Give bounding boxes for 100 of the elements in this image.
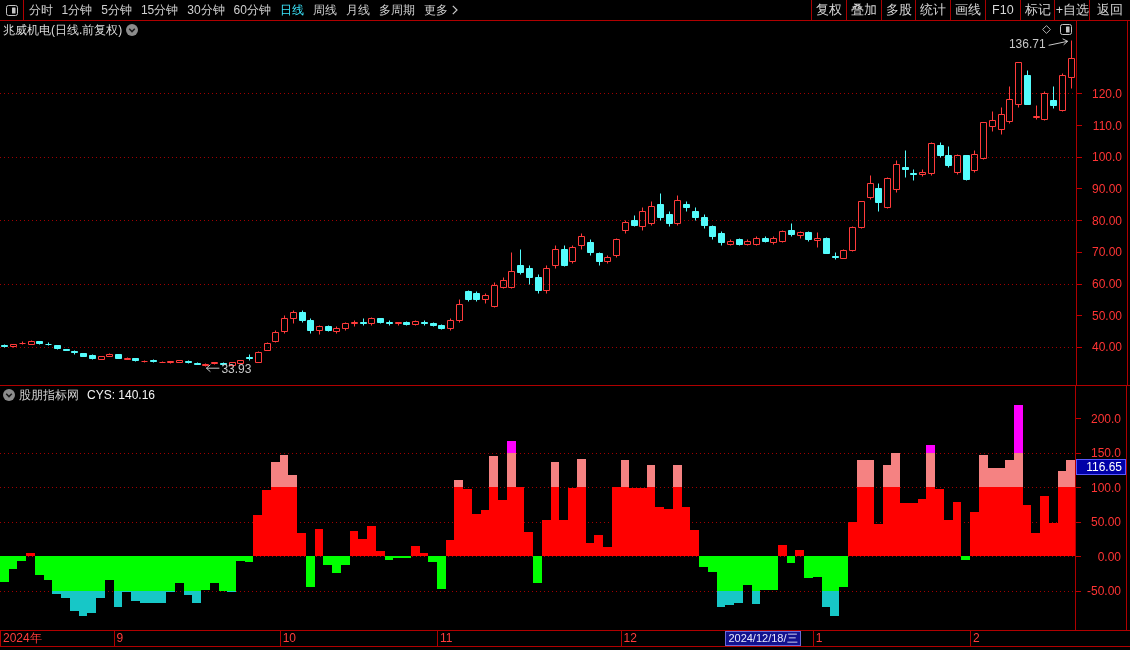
indicator-value: CYS: 140.16 <box>87 387 156 404</box>
bar <box>550 462 560 557</box>
bar <box>34 556 44 576</box>
bar <box>314 528 324 557</box>
bar <box>524 531 534 557</box>
toolbar-button[interactable]: 统计 <box>915 0 951 20</box>
bar <box>795 549 805 557</box>
more-tab[interactable]: 更多 <box>419 0 463 20</box>
date-axis-label: 2 <box>970 631 980 646</box>
bar <box>865 460 874 557</box>
bar <box>690 529 700 557</box>
axis-label: 0.00 <box>1097 549 1121 564</box>
bar <box>506 440 516 557</box>
period-tab[interactable]: 多周期 <box>374 0 420 20</box>
bar <box>769 556 778 590</box>
period-tab[interactable]: 30分钟 <box>182 0 230 20</box>
bar <box>454 480 464 557</box>
bar <box>227 556 236 593</box>
bar <box>1013 404 1023 557</box>
period-tab[interactable]: 60分钟 <box>229 0 276 20</box>
axis-label: 50.00 <box>1090 515 1121 530</box>
bar <box>402 556 411 559</box>
chevron-down-circle-icon[interactable] <box>3 389 15 401</box>
bar <box>8 556 18 569</box>
bar <box>978 455 988 557</box>
bar <box>804 556 813 579</box>
cursor-date-label: 2024/12/18/三 <box>725 631 801 646</box>
value-tag: 116.65 <box>1076 459 1126 475</box>
period-tab[interactable]: 5分钟 <box>96 0 137 20</box>
period-tab[interactable]: 日线 <box>275 0 309 20</box>
bar <box>856 460 866 557</box>
toolbar-button[interactable]: 多股 <box>880 0 916 20</box>
bar <box>952 502 962 557</box>
bar <box>489 456 499 557</box>
chart-title: 兆威机电(日线.前复权) <box>3 22 123 39</box>
window-icon <box>5 4 18 16</box>
bar <box>576 458 586 557</box>
bar <box>786 556 796 564</box>
bar <box>847 522 857 557</box>
date-axis-label: 2024年 <box>0 631 42 646</box>
date-axis-label: 11 <box>437 631 453 646</box>
bar <box>882 465 892 557</box>
date-axis-label: 12 <box>620 631 637 646</box>
period-tab[interactable]: 1分钟 <box>57 0 97 20</box>
bar <box>839 556 848 588</box>
period-tab[interactable]: 周线 <box>308 0 342 20</box>
bar <box>17 556 27 561</box>
bar <box>1057 471 1067 557</box>
bar <box>821 556 831 608</box>
toolbar-button[interactable]: F10 <box>984 0 1020 20</box>
bar <box>594 535 604 557</box>
period-tab[interactable]: 分时 <box>24 0 57 20</box>
axis-label: 60.00 <box>1091 277 1122 292</box>
bar <box>419 553 429 557</box>
bar <box>533 556 542 584</box>
bar <box>1066 459 1075 557</box>
bar <box>428 556 437 563</box>
bar <box>699 556 708 568</box>
axis-label: 120.0 <box>1091 86 1122 101</box>
bar <box>305 556 315 588</box>
bar <box>716 556 726 608</box>
diamond-icon[interactable] <box>1042 25 1051 34</box>
toolbar-button[interactable]: 复权 <box>811 0 846 20</box>
bar <box>1022 505 1032 557</box>
toolbar-button[interactable]: 画线 <box>950 0 985 20</box>
bar <box>541 520 551 557</box>
bar <box>515 487 525 557</box>
bar <box>445 540 455 557</box>
window-icon[interactable] <box>1060 24 1072 35</box>
axis-label: 40.00 <box>1091 340 1122 355</box>
bar <box>288 475 298 557</box>
axis-label: 70.00 <box>1091 245 1122 260</box>
bar <box>961 556 971 561</box>
axis-label: 90.00 <box>1091 181 1122 196</box>
date-axis-label: 1 <box>812 631 823 646</box>
bar <box>777 545 787 557</box>
axis-label: -50.00 <box>1086 584 1121 599</box>
axis-label: 100.0 <box>1090 480 1121 495</box>
bar <box>0 556 9 582</box>
toolbar-button[interactable]: 叠加 <box>845 0 881 20</box>
bar <box>375 551 385 557</box>
chevron-down-circle-icon[interactable] <box>126 24 139 36</box>
chevron-right-icon <box>451 5 458 15</box>
bar <box>340 556 350 566</box>
bar <box>1040 496 1049 557</box>
bar <box>410 546 420 557</box>
toolbar-button[interactable]: 返回 <box>1089 0 1130 20</box>
bar <box>253 515 263 557</box>
bar <box>970 511 979 557</box>
date-axis-label: 10 <box>279 631 297 646</box>
bar <box>367 526 376 557</box>
axis-label: 80.00 <box>1091 213 1122 228</box>
toolbar-button[interactable]: +自选 <box>1054 0 1090 20</box>
date-axis-label: 9 <box>113 631 124 646</box>
axis-label: 100.0 <box>1091 150 1122 165</box>
period-tab[interactable]: 月线 <box>341 0 375 20</box>
toolbar-button[interactable]: 标记 <box>1019 0 1055 20</box>
period-tab[interactable]: 15分钟 <box>136 0 183 20</box>
bar <box>436 556 446 590</box>
bar <box>297 533 306 557</box>
